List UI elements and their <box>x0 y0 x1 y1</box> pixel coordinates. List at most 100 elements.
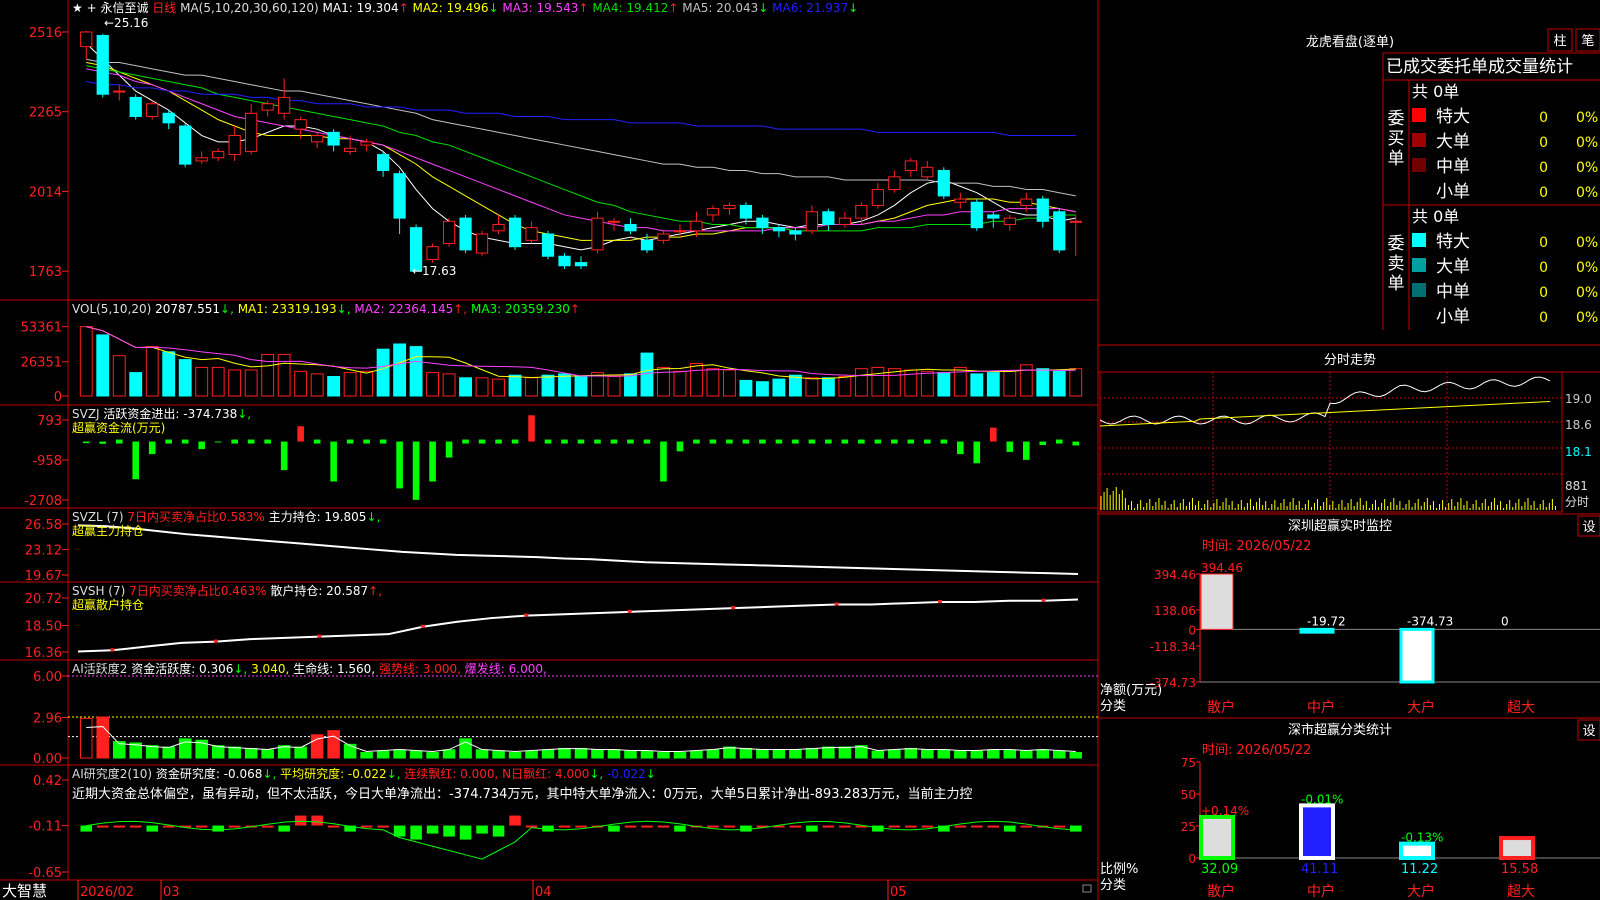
ai1-bar <box>508 752 522 759</box>
lock-icon <box>1082 884 1092 893</box>
intraday-frame <box>1099 371 1563 513</box>
high-price-mark: ←25.16 <box>104 16 148 30</box>
svzj-bar <box>874 439 882 444</box>
svzj-bar <box>132 441 140 480</box>
intraday-vol-label: 分时 <box>1565 495 1589 509</box>
volume-bar <box>1003 370 1017 397</box>
ai1-bar <box>294 746 307 759</box>
monitor-tick-label: -118.34 <box>1150 640 1196 654</box>
ai2-bar <box>558 825 571 828</box>
svzj-bar <box>594 439 601 444</box>
candle-up <box>871 189 884 206</box>
svzj-bar <box>495 439 502 444</box>
svzj-bar <box>412 441 420 500</box>
svzl-line <box>77 524 1079 576</box>
svsh-marker <box>627 609 632 613</box>
monitor-value-label: 0 <box>1501 614 1509 628</box>
ai2-bar <box>212 825 224 832</box>
ai1-header: AI活跃度2 资金活跃度: 0.306↓, 3.040, 生命线: 1.560,… <box>72 661 547 676</box>
candle-down <box>558 255 571 267</box>
svzj-bar <box>1006 441 1014 452</box>
lhb-color-swatch <box>1412 233 1426 247</box>
classify-value-label: 41.11 <box>1301 862 1338 877</box>
monitor-settings-label[interactable]: 设 <box>1582 520 1595 535</box>
svzj-bar <box>561 439 568 444</box>
svsh-marker <box>834 602 839 606</box>
svzj-bar <box>940 439 948 444</box>
svzj-bar <box>247 439 255 444</box>
candle-up <box>591 217 604 251</box>
ai2-bar <box>657 825 670 828</box>
candle-down <box>739 204 753 219</box>
volume-bar <box>838 376 852 397</box>
svzl-tick-label: 26.58 <box>25 518 62 533</box>
volume-bar <box>492 378 505 397</box>
monitor-title: 深圳超赢实时监控 <box>1288 518 1392 534</box>
lhb-row-count: 0 <box>1539 310 1548 326</box>
classify-category-label: 超大 <box>1507 884 1535 900</box>
classify-change-label: -0.01% <box>1301 792 1343 806</box>
date-tick-label: 2026/02 <box>80 885 134 900</box>
ai2-bar <box>723 825 736 828</box>
candle-up <box>278 96 291 114</box>
svzj-bar <box>973 441 981 464</box>
lhb-mode-label[interactable]: 柱 <box>1553 34 1566 49</box>
volume-bar <box>112 355 126 397</box>
ai2-bar <box>426 825 439 834</box>
candle-up <box>607 220 621 223</box>
ai1-bar <box>558 747 571 759</box>
candle-down <box>541 233 555 257</box>
ai1-bar <box>211 745 225 759</box>
volume-bar <box>986 372 1000 397</box>
monitor-x-label: 分类 <box>1100 699 1126 714</box>
svzj-bar <box>313 439 321 444</box>
ai1-bar <box>789 749 802 759</box>
volume-bar <box>821 377 835 397</box>
candle-up <box>80 31 93 48</box>
intraday-vol-tick: 881 <box>1565 479 1588 493</box>
classify-category-label: 散户 <box>1207 883 1235 900</box>
svzj-bar <box>396 441 403 489</box>
candle-up <box>525 227 538 241</box>
lhb-row-count: 0 <box>1539 235 1548 251</box>
classify-settings-label[interactable]: 设 <box>1582 724 1595 739</box>
lhb-color-swatch <box>1412 133 1426 147</box>
candle-up <box>261 103 274 111</box>
ai1-bar <box>591 749 604 759</box>
ai2-bar <box>509 815 521 826</box>
svzj-bar <box>1072 441 1080 446</box>
date-tick-label: 03 <box>163 885 180 900</box>
lhb-mode-label[interactable]: 笔 <box>1581 33 1594 49</box>
volume-bar <box>343 372 357 397</box>
volume-bar <box>1052 370 1066 397</box>
ai1-bar <box>1052 750 1066 759</box>
volume-bar <box>574 376 588 397</box>
candle-down <box>508 217 522 248</box>
svsh-marker <box>317 634 322 638</box>
candle-up <box>212 150 225 159</box>
lhb-row-name: 大单 <box>1436 132 1470 152</box>
ai2-bar <box>987 825 1000 828</box>
ai1-bar <box>409 750 423 759</box>
svzj-bar <box>643 439 651 444</box>
ai2-bar <box>113 825 126 828</box>
ai1-bar <box>690 750 703 759</box>
candle-up <box>657 233 670 241</box>
svzj-bar <box>478 439 486 444</box>
svsh-header: SVSH (7) 7日内买卖净占比0.463% 散户持仓: 20.587↑, <box>72 583 382 598</box>
volume-bar <box>360 370 374 397</box>
candle-up <box>855 204 868 219</box>
ai1-bar <box>96 716 110 759</box>
monitor-category-label: 超大 <box>1507 700 1535 716</box>
ai2-tick-label: -0.11 <box>28 820 62 835</box>
lhb-row-count: 0 <box>1539 135 1548 151</box>
candle-up <box>954 198 967 203</box>
svsh-marker <box>938 599 943 603</box>
lhb-row-count: 0 <box>1539 160 1548 176</box>
svzj-bar <box>280 441 288 471</box>
lhb-row-name: 中单 <box>1436 157 1470 177</box>
volume-bar <box>426 372 440 397</box>
candle-up <box>228 135 241 156</box>
candle-down <box>1053 211 1066 251</box>
candle-down <box>772 227 786 232</box>
